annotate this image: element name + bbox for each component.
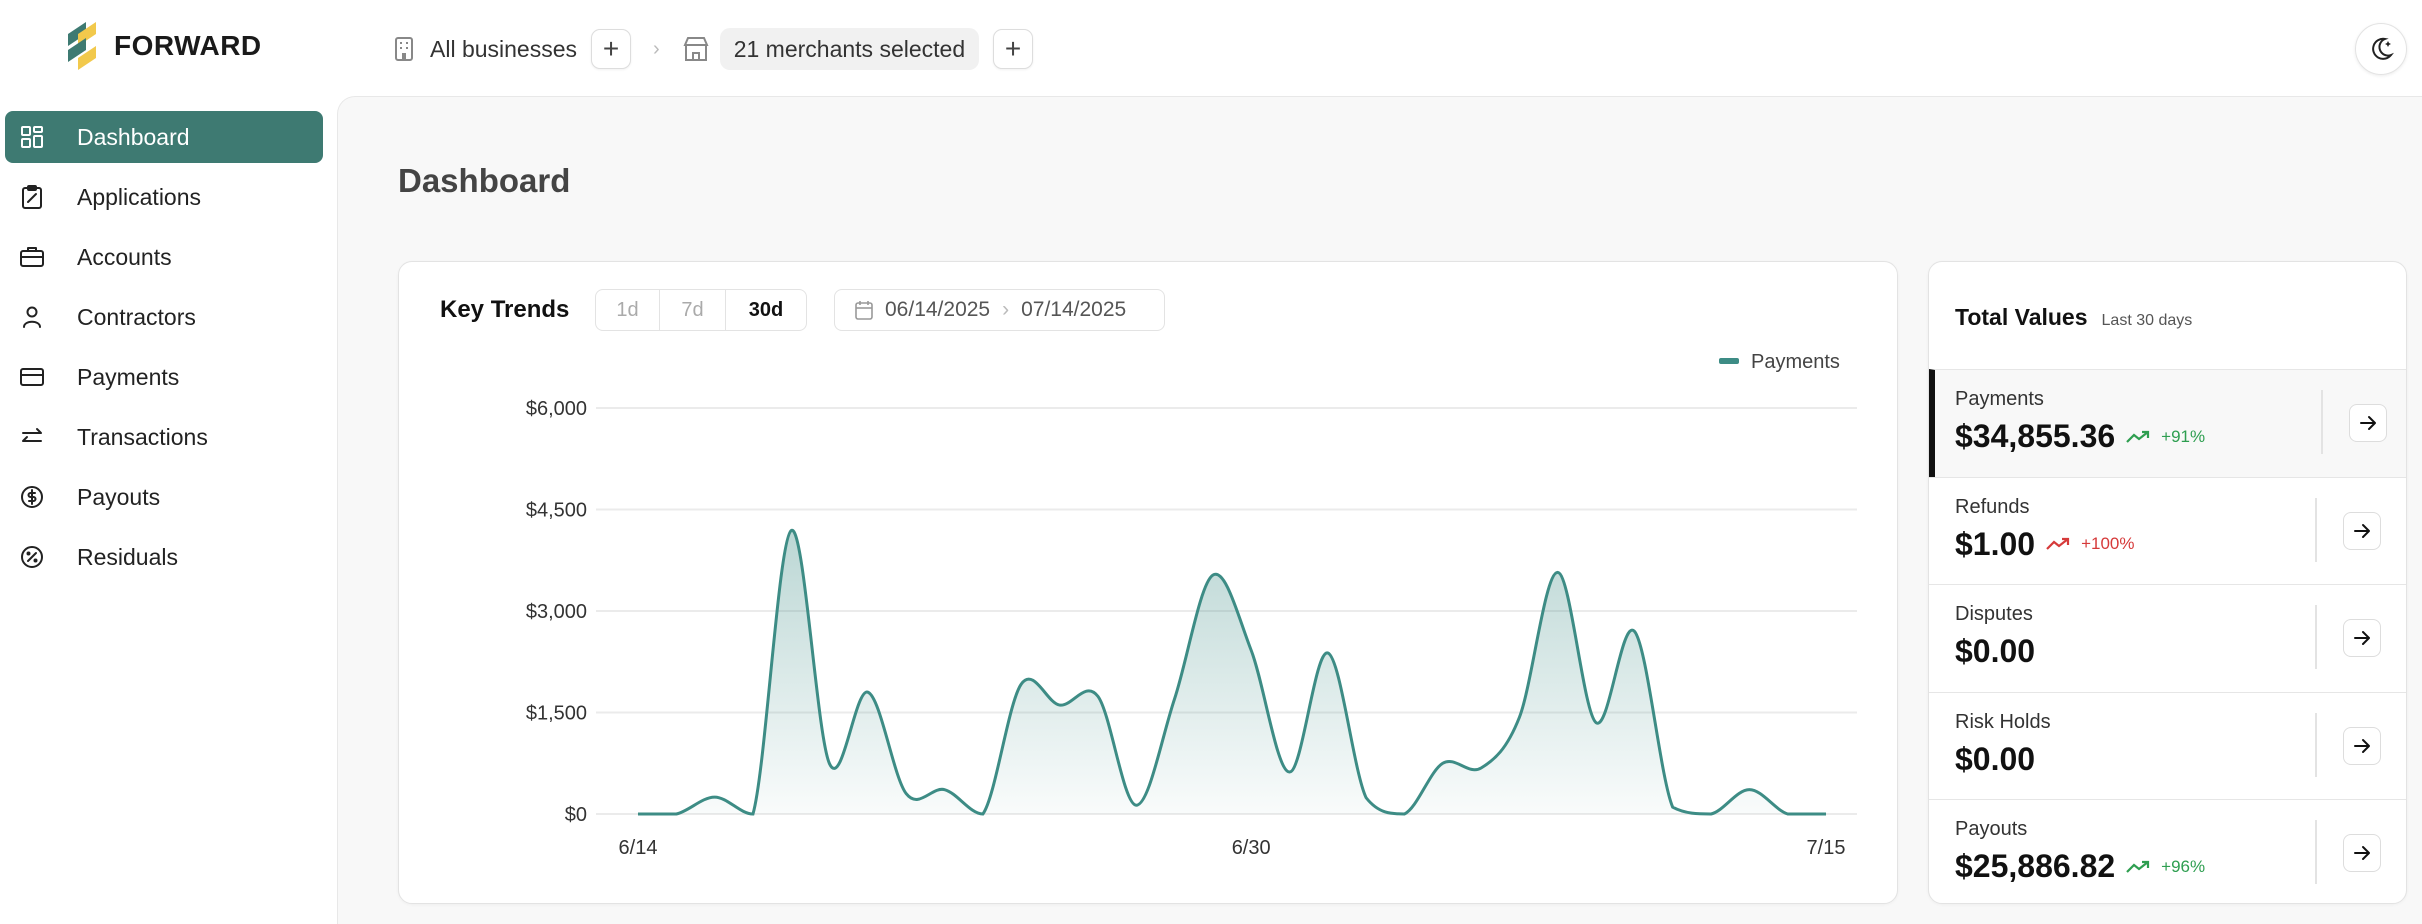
y-tick-label: $0 xyxy=(565,804,587,826)
x-tick-label: 7/15 xyxy=(1807,837,1846,859)
trend-up-icon xyxy=(2126,430,2150,443)
x-tick-label: 6/30 xyxy=(1232,837,1271,859)
change-percent: +100% xyxy=(2081,534,2135,553)
change-percent: +96% xyxy=(2161,856,2206,876)
divider xyxy=(2315,820,2317,884)
y-tick-label: $3,000 xyxy=(526,601,587,623)
trend-up-icon xyxy=(2046,537,2070,550)
total-value: $0.00 xyxy=(1955,633,2036,669)
legend-swatch xyxy=(1719,358,1739,364)
trend-up-icon xyxy=(2126,860,2150,873)
total-values-card: Total Values Last 30 days Payments $34,85… xyxy=(1928,261,2407,904)
arrow-right-icon xyxy=(2354,523,2370,538)
total-label: Disputes xyxy=(1955,603,2033,625)
total-value: $0.00 xyxy=(1955,740,2036,777)
divider xyxy=(2315,712,2317,777)
arrow-right-icon xyxy=(2354,738,2370,753)
divider xyxy=(2315,497,2317,562)
total-label: Risk Holds xyxy=(1955,710,2051,733)
total-label: Payments xyxy=(1955,388,2044,410)
view-details-button[interactable] xyxy=(2349,404,2387,442)
arrow-right-icon xyxy=(2354,631,2370,645)
total-values-title: Total Values xyxy=(1955,304,2088,330)
total-row-risk-holds: Risk Holds $0.00 xyxy=(1929,691,2406,800)
view-details-button[interactable] xyxy=(2343,619,2381,657)
total-row-disputes: Disputes $0.00 xyxy=(1929,584,2406,692)
legend-label: Payments xyxy=(1751,351,1840,373)
total-value: $1.00 xyxy=(1955,525,2036,562)
total-values-subtitle: Last 30 days xyxy=(2101,312,2193,329)
total-row-payouts: Payouts $25,886.82 +96% xyxy=(1929,799,2406,903)
total-value: $34,855.36 xyxy=(1955,418,2116,454)
view-details-button[interactable] xyxy=(2343,834,2381,872)
total-row-payments: Payments $34,855.36 +91% xyxy=(1929,369,2406,477)
arrow-right-icon xyxy=(2354,846,2370,860)
total-value: $25,886.82 xyxy=(1955,848,2116,884)
view-details-button[interactable] xyxy=(2343,726,2381,765)
divider xyxy=(2315,605,2317,669)
total-label: Payouts xyxy=(1955,818,2028,840)
arrow-right-icon xyxy=(2360,416,2376,430)
x-tick-label: 6/14 xyxy=(619,837,658,859)
change-percent: +91% xyxy=(2161,426,2206,446)
total-label: Refunds xyxy=(1955,495,2030,518)
y-tick-label: $4,500 xyxy=(526,500,587,522)
view-details-button[interactable] xyxy=(2343,511,2381,550)
divider xyxy=(2321,390,2323,454)
y-tick-label: $6,000 xyxy=(526,398,587,420)
y-tick-label: $1,500 xyxy=(526,703,587,725)
total-row-refunds: Refunds $1.00 +100% xyxy=(1929,476,2406,585)
